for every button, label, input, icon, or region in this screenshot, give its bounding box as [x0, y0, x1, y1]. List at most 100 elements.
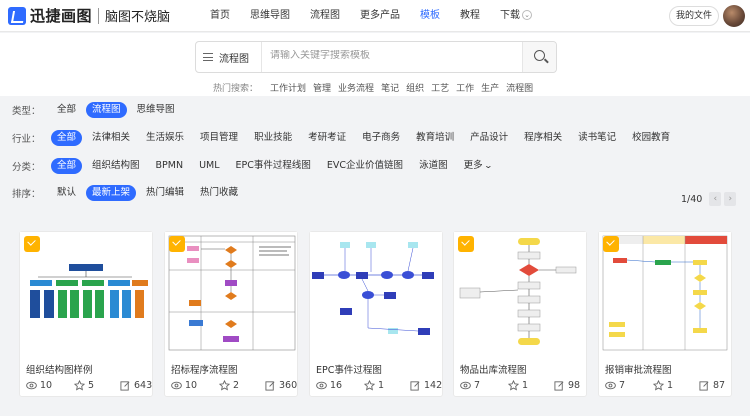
- filter-option[interactable]: 产品设计: [470, 130, 508, 146]
- prev-page-button[interactable]: ‹: [709, 192, 722, 206]
- nav-templates[interactable]: 模板: [420, 0, 440, 32]
- filter-option-selected[interactable]: 流程图: [86, 102, 127, 118]
- template-thumbnail[interactable]: [165, 232, 297, 352]
- nav-more-products[interactable]: 更多产品: [360, 0, 400, 32]
- filter-option[interactable]: 全部: [57, 102, 76, 118]
- hot-search-term[interactable]: 工艺: [431, 81, 449, 94]
- filter-option[interactable]: 职业技能: [254, 130, 292, 146]
- stat-stars[interactable]: 5: [74, 380, 94, 391]
- stat-stars[interactable]: 1: [653, 380, 673, 391]
- stat-stars[interactable]: 2: [219, 380, 239, 391]
- filter-option[interactable]: 读书笔记: [578, 130, 616, 146]
- hot-search-term[interactable]: 组织: [406, 81, 424, 94]
- template-thumbnail[interactable]: [20, 232, 152, 352]
- filter-option[interactable]: 教育培训: [416, 130, 454, 146]
- my-files-button[interactable]: 我的文件: [669, 6, 719, 26]
- stat-views: 16: [316, 380, 342, 391]
- template-title[interactable]: 报销审批流程图: [605, 362, 672, 376]
- template-title[interactable]: EPC事件过程图: [316, 362, 382, 376]
- nav-download[interactable]: 下载 ⌄: [500, 0, 532, 32]
- filter-option[interactable]: 校园教育: [632, 130, 670, 146]
- avatar[interactable]: [723, 5, 745, 27]
- hot-search-term[interactable]: 工作: [456, 81, 474, 94]
- hot-search-term[interactable]: 流程图: [506, 81, 533, 94]
- epc-diagram-thumbnail: [312, 242, 434, 335]
- filter-option[interactable]: 生活娱乐: [146, 130, 184, 146]
- search-button[interactable]: [522, 42, 556, 72]
- eye-icon: [26, 381, 37, 390]
- stat-edits[interactable]: 98: [554, 380, 580, 391]
- filter-option[interactable]: BPMN: [156, 158, 184, 174]
- hot-search-term[interactable]: 生产: [481, 81, 499, 94]
- template-stats: 10 5 643: [26, 380, 152, 392]
- stat-edits[interactable]: 142: [410, 380, 442, 391]
- template-thumbnail[interactable]: [454, 232, 586, 352]
- nav-download-label: 下载: [500, 10, 520, 21]
- stat-edits[interactable]: 87: [699, 380, 725, 391]
- sort-option[interactable]: 默认: [57, 185, 76, 201]
- sort-option[interactable]: 热门收藏: [200, 185, 238, 201]
- hot-search-term[interactable]: 笔记: [381, 81, 399, 94]
- filter-option[interactable]: 思维导图: [137, 102, 175, 118]
- brand-name: 迅捷画图: [30, 7, 93, 25]
- nav-flowchart[interactable]: 流程图: [310, 0, 340, 32]
- template-thumbnail[interactable]: [310, 232, 442, 352]
- stat-stars[interactable]: 1: [364, 380, 384, 391]
- edit-icon: [120, 381, 130, 391]
- hot-search-term[interactable]: 工作计划: [270, 81, 306, 94]
- stat-views: 7: [460, 380, 480, 391]
- filter-option[interactable]: UML: [199, 158, 219, 174]
- template-card[interactable]: EPC事件过程图 16 1 142: [309, 231, 443, 397]
- brand-slogan: 脑图不烧脑: [105, 10, 171, 25]
- nav-home[interactable]: 首页: [210, 0, 230, 32]
- filter-option[interactable]: EVC企业价值链图: [327, 158, 403, 174]
- nav-tutorials[interactable]: 教程: [460, 0, 480, 32]
- filter-row-category: 分类： 全部 组织结构图 BPMN UML EPC事件过程线图 EVC企业价值链…: [12, 158, 507, 174]
- filter-option[interactable]: 电子商务: [362, 130, 400, 146]
- edits-count: 87: [713, 380, 726, 391]
- template-card[interactable]: 组织结构图样例 10 5 643: [19, 231, 153, 397]
- filter-option[interactable]: EPC事件过程线图: [236, 158, 311, 174]
- filter-option[interactable]: 法律相关: [92, 130, 130, 146]
- pagination: 1/40 ‹ ›: [681, 192, 737, 206]
- template-title[interactable]: 物品出库流程图: [460, 362, 527, 376]
- nav-mindmap[interactable]: 思维导图: [250, 0, 290, 32]
- filter-option[interactable]: 考研考证: [308, 130, 346, 146]
- eye-icon: [171, 381, 182, 390]
- edit-icon: [265, 381, 275, 391]
- stars-count: 2: [233, 380, 240, 391]
- hot-search: 热门搜索： 工作计划 管理 业务流程 笔记 组织 工艺 工作 生产 流程图: [213, 81, 540, 94]
- filter-option-selected[interactable]: 全部: [51, 158, 83, 174]
- search-category-select[interactable]: 流程图: [196, 42, 262, 72]
- chevron-down-icon: ⌄: [522, 10, 532, 20]
- hot-search-term[interactable]: 管理: [313, 81, 331, 94]
- stat-stars[interactable]: 1: [508, 380, 528, 391]
- edit-icon: [410, 381, 420, 391]
- filter-label: 排序：: [12, 189, 41, 200]
- stat-views: 10: [26, 380, 52, 391]
- template-stats: 7 1 98: [460, 380, 584, 392]
- stars-count: 1: [378, 380, 385, 391]
- filter-option[interactable]: 组织结构图: [92, 158, 140, 174]
- template-card[interactable]: 报销审批流程图 7 1 87: [598, 231, 732, 397]
- template-card[interactable]: 招标程序流程图 10 2 360: [164, 231, 298, 397]
- stat-edits[interactable]: 643: [120, 380, 152, 391]
- next-page-button[interactable]: ›: [724, 192, 737, 206]
- filter-more[interactable]: 更多⌄: [464, 158, 493, 174]
- hot-search-term[interactable]: 业务流程: [338, 81, 374, 94]
- template-thumbnail[interactable]: [599, 232, 731, 352]
- free-badge-icon: [603, 236, 619, 252]
- sort-option[interactable]: 热门编辑: [146, 185, 184, 201]
- stat-edits[interactable]: 360: [265, 380, 297, 391]
- stars-count: 5: [88, 380, 95, 391]
- template-title[interactable]: 招标程序流程图: [171, 362, 238, 376]
- template-card[interactable]: 物品出库流程图 7 1 98: [453, 231, 587, 397]
- template-title[interactable]: 组织结构图样例: [26, 362, 93, 376]
- filter-option[interactable]: 项目管理: [200, 130, 238, 146]
- filter-option[interactable]: 泳道图: [419, 158, 448, 174]
- brand-logo[interactable]: 迅捷画图 脑图不烧脑: [8, 5, 170, 26]
- filter-option[interactable]: 程序相关: [524, 130, 562, 146]
- search-input[interactable]: [270, 50, 510, 61]
- filter-option-selected[interactable]: 全部: [51, 130, 83, 146]
- sort-option-selected[interactable]: 最新上架: [86, 185, 137, 201]
